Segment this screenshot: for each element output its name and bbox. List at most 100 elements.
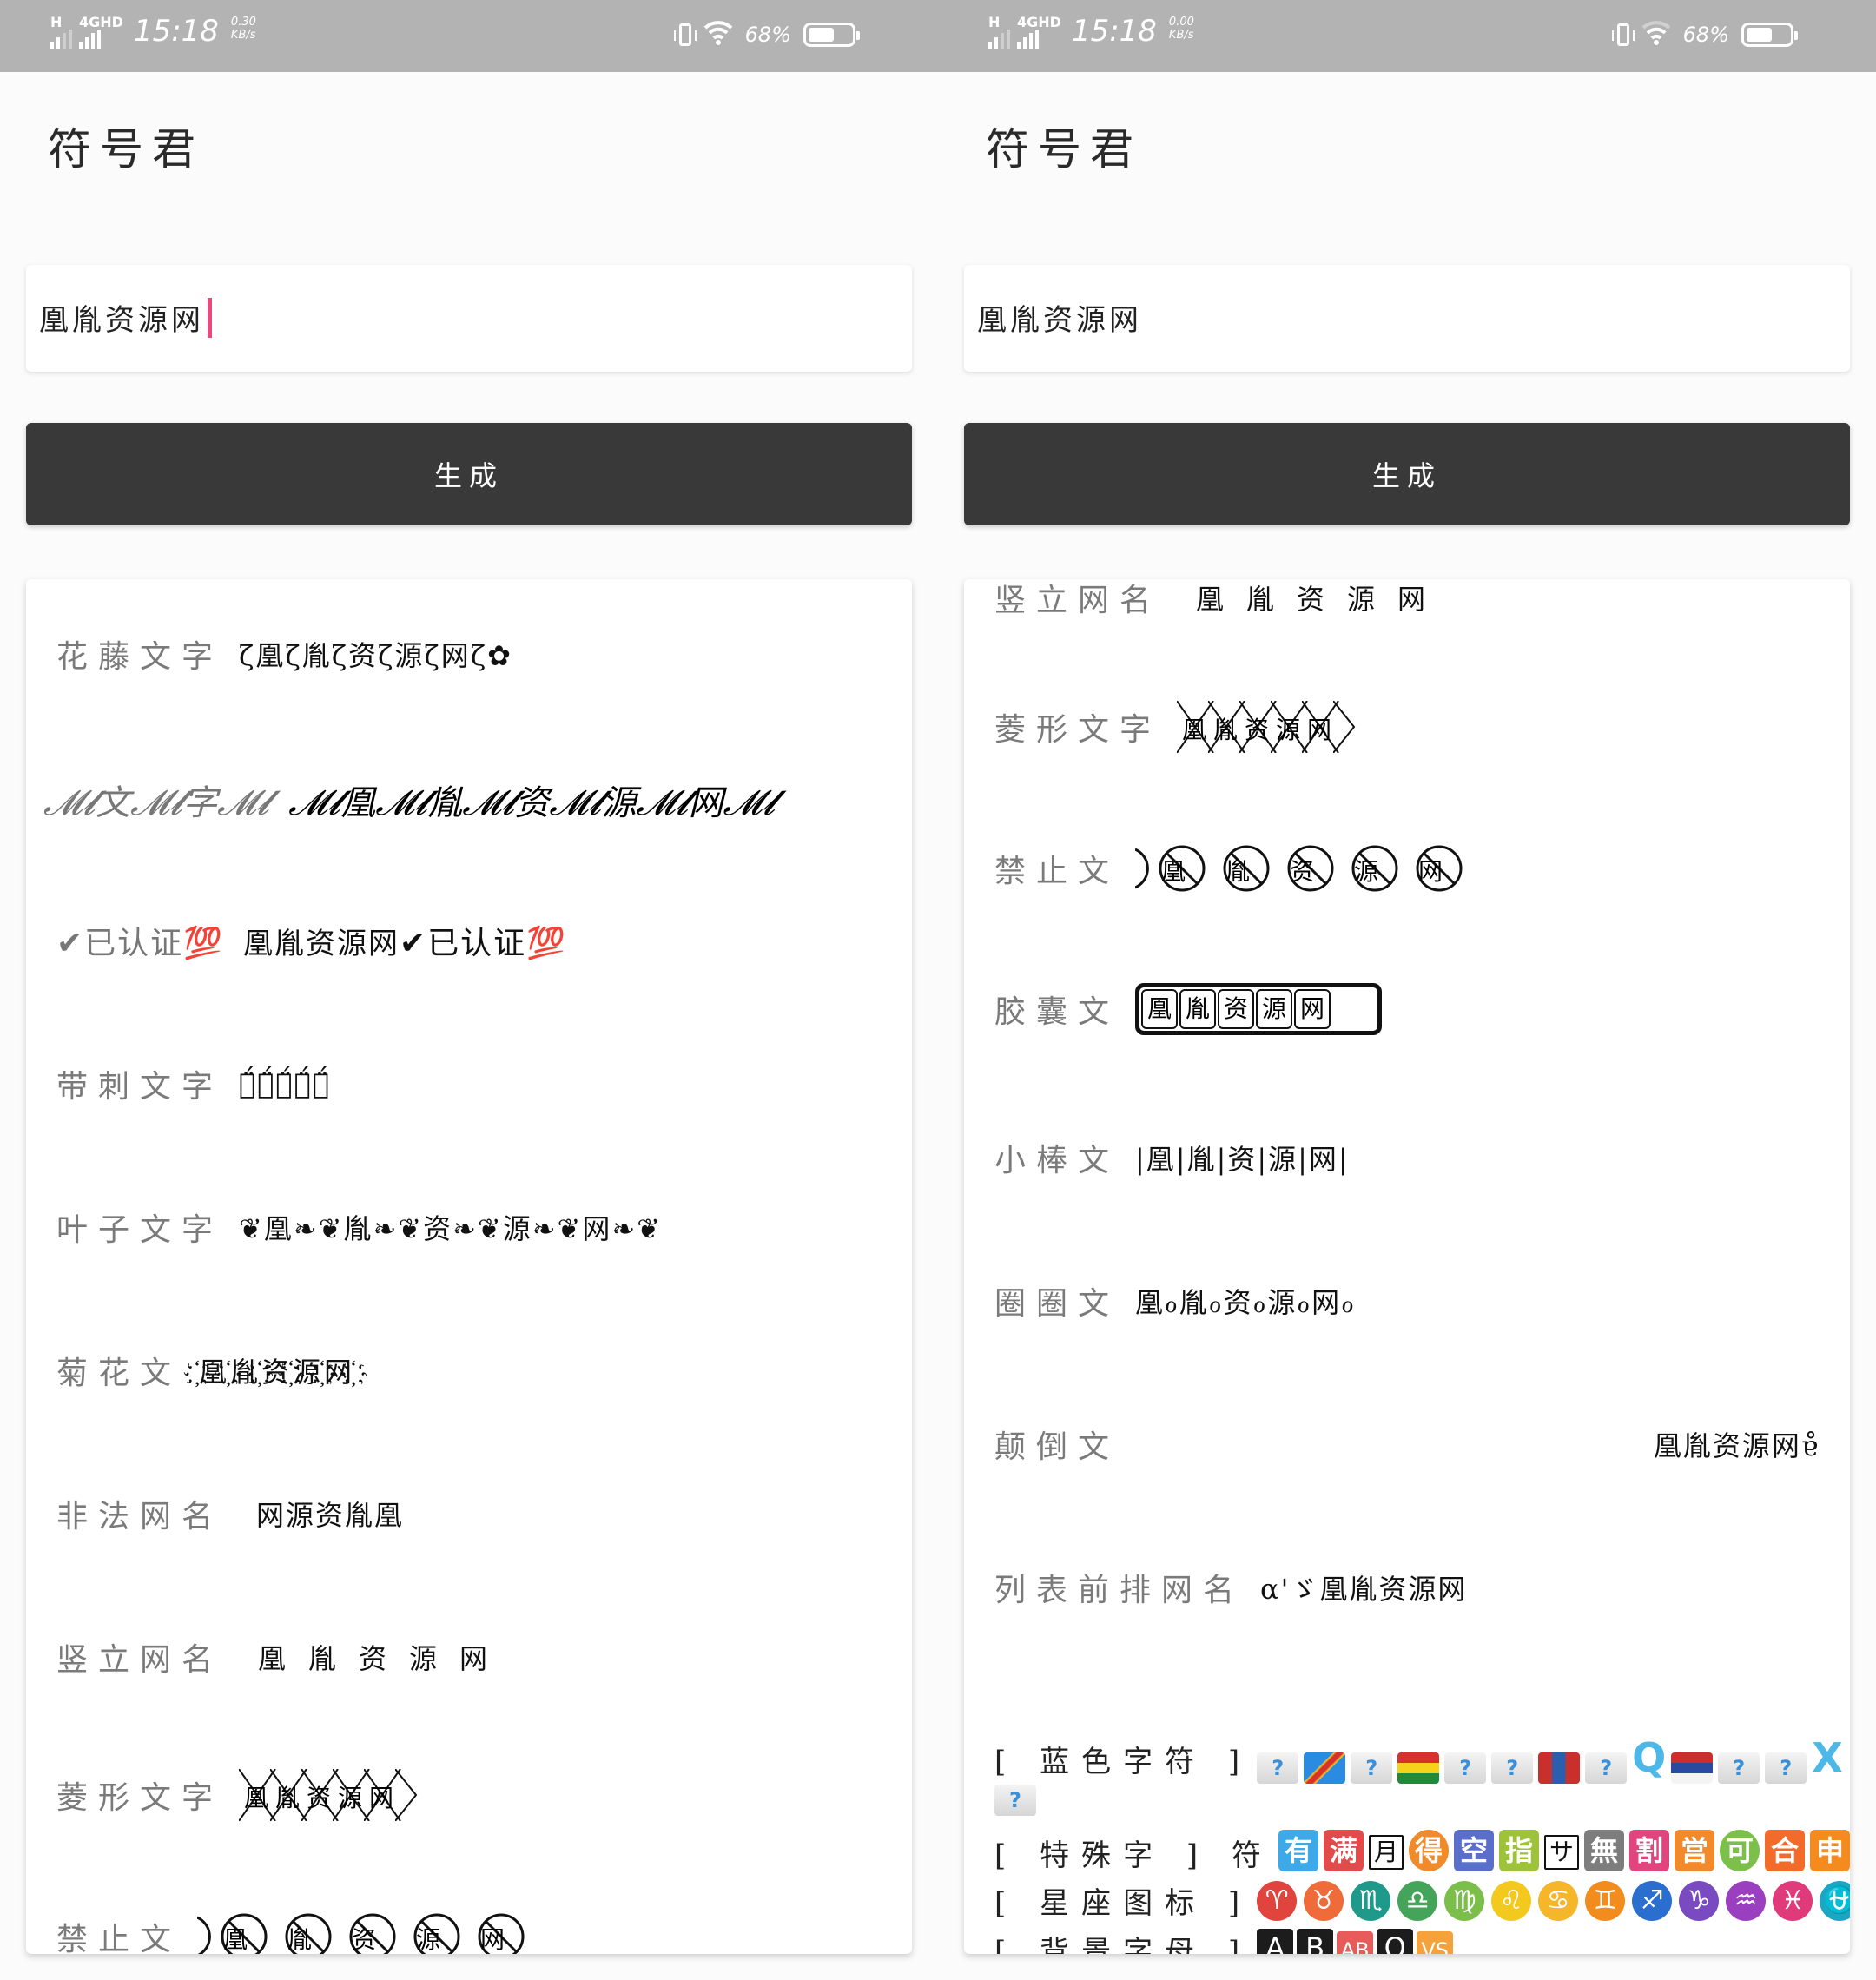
zodiac-icon: ♑ — [1679, 1880, 1720, 1921]
wifi-icon — [704, 19, 733, 50]
status-bar: H 4GHD 15:18 0.30 KB/s 68% — [0, 0, 938, 72]
special-char-chip: 有 — [1278, 1830, 1318, 1871]
vibrate-icon — [1611, 23, 1635, 46]
zodiac-icon: ♎ — [1397, 1880, 1438, 1921]
left-screen: H 4GHD 15:18 0.30 KB/s 68% 符号君 凰胤资源网 生成 — [0, 0, 938, 1980]
zodiac-icon: ♊ — [1585, 1880, 1626, 1921]
text-input-field[interactable]: 凰胤资源网 — [26, 265, 912, 372]
unknown-flag-icon: ? — [1351, 1752, 1393, 1784]
signal-4g: 4GHD — [1017, 16, 1061, 49]
result-row-thorn[interactable]: 带刺文字 凰̈́胤̈́资̈́源̈́网̈́ — [56, 1061, 331, 1106]
ban-char: 资 — [1286, 844, 1335, 893]
result-row-diamond[interactable]: 菱形文字 凰胤资源网 — [994, 701, 1364, 753]
special-char-chip: サ — [1543, 1835, 1579, 1870]
bg-letter-chip: A — [1257, 1929, 1294, 1954]
bg-letters-row[interactable]: [ 背景字母 ] A B AB O VS — [994, 1928, 1457, 1954]
vibrate-icon — [673, 23, 697, 46]
result-row-chrysanthemum[interactable]: 菊花文 ҉凰҉胤҉资҉源҉网҉ — [56, 1348, 355, 1393]
result-row-list-top[interactable]: 列表前排网名 α'ゞ凰胤资源网 — [994, 1565, 1467, 1610]
zodiac-icon: ♍ — [1444, 1880, 1485, 1921]
ban-char: 凰 — [220, 1912, 268, 1954]
network-speed: 0.00 — [1168, 16, 1194, 29]
blue-letter-q: Q — [1632, 1734, 1667, 1781]
zodiac-row[interactable]: [ 星座图标 ] ♈ ♉ ♏ ♎ ♍ ♌ ♋ ♊ ♐ ♑ ♒ ♓ ⛎ — [994, 1879, 1850, 1922]
result-row-vertical[interactable]: 竖立网名 凰胤资源网 — [994, 579, 1448, 620]
special-char-chip: 得 — [1408, 1830, 1449, 1871]
capsule-char: 凰 — [1141, 989, 1179, 1029]
bg-letter-chip: B — [1297, 1929, 1334, 1954]
ban-text[interactable]: 凰胤资源网 — [197, 1912, 541, 1954]
special-char-chip: 指 — [1498, 1830, 1539, 1871]
diamond-end — [1333, 701, 1370, 753]
diamond-text[interactable]: 凰胤资源网 — [1177, 701, 1364, 753]
ban-start — [1135, 844, 1153, 893]
ban-char: 网 — [1415, 844, 1463, 893]
unknown-flag-icon: ? — [1585, 1752, 1628, 1784]
battery-percent: 68% — [744, 23, 791, 47]
ban-text[interactable]: 凰胤资源网 — [1135, 844, 1479, 893]
diamond-end — [395, 1769, 432, 1821]
result-row-capsule[interactable]: 胶囊文 凰胤资源网 — [994, 983, 1383, 1035]
ban-char: 源 — [1351, 844, 1399, 893]
result-row-upside-down[interactable]: 颠倒文 凰胤资源网ɐ̊ — [994, 1422, 1820, 1467]
signal-h: H — [50, 16, 72, 49]
result-row-leaf[interactable]: 叶子文字 ❦凰❧❦胤❧❦资❧❦源❧❦网❧❦ — [56, 1204, 662, 1250]
ban-char: 胤 — [1222, 844, 1271, 893]
clock: 15:18 — [1071, 14, 1157, 49]
result-row-reverse[interactable]: 非法网名 网源资胤凰 — [56, 1491, 404, 1536]
input-value[interactable]: 凰胤资源网 — [977, 296, 1142, 339]
zodiac-icon: ♉ — [1304, 1880, 1344, 1921]
text-caret — [208, 297, 212, 338]
capsule-char: 资 — [1218, 989, 1255, 1029]
ban-start — [197, 1912, 215, 1954]
network-speed: 0.30 — [230, 16, 256, 29]
result-row-ban[interactable]: 禁止文 凰胤资源网 — [994, 844, 1479, 893]
ban-char: 源 — [413, 1912, 461, 1954]
flag-mn-icon — [1538, 1752, 1581, 1784]
results-list[interactable]: 竖立网名 凰胤资源网 菱形文字 凰胤资源网 禁止文 凰胤资源网 胶囊文 凰胤资源… — [964, 579, 1850, 1954]
unknown-flag-icon: ? — [1718, 1752, 1760, 1784]
capsule-text[interactable]: 凰胤资源网 — [1135, 983, 1383, 1035]
network-speed-unit: KB/s — [230, 29, 256, 42]
special-chars-row[interactable]: [ 特殊字 ] 符 有满月得空指サ無割営可合申ココ — [994, 1830, 1850, 1876]
generate-button[interactable]: 生成 — [26, 423, 912, 525]
text-input-field[interactable]: 凰胤资源网 — [964, 265, 1850, 372]
signal-bars-icon — [50, 30, 72, 49]
signal-bars-icon — [79, 30, 101, 49]
blue-letter-x: X — [1812, 1734, 1843, 1781]
special-char-chip: 可 — [1719, 1830, 1760, 1871]
result-row-circle[interactable]: 圈圈文 凰ℴ胤ℴ资ℴ源ℴ网ℴ — [994, 1278, 1356, 1323]
status-bar: H 4GHD 15:18 0.00 KB/s 68% — [938, 0, 1876, 72]
blue-chars-row[interactable]: [ 蓝色字符 ] ????? Q?? X — [994, 1734, 1848, 1784]
zodiac-icon: ♈ — [1257, 1880, 1298, 1921]
result-row-ml[interactable]: 𝓜𝓵文𝓜𝓵字𝓜𝓵 𝓜𝓵凰𝓜𝓵胤𝓜𝓵资𝓜𝓵源𝓜𝓵网𝓜𝓵 — [43, 775, 776, 825]
bg-letter-chip: O — [1377, 1929, 1414, 1954]
zodiac-icon: ♓ — [1773, 1880, 1813, 1921]
zodiac-icon: ♏ — [1351, 1880, 1391, 1921]
unknown-flag-icon: ? — [1765, 1752, 1807, 1784]
diamond-text[interactable]: 凰胤资源网 — [239, 1769, 426, 1821]
result-row-ban[interactable]: 禁止文 凰胤资源网 — [56, 1912, 541, 1954]
generate-button[interactable]: 生成 — [964, 423, 1850, 525]
input-value[interactable]: 凰胤资源网 — [39, 296, 204, 339]
wifi-icon — [1642, 19, 1671, 50]
clock: 15:18 — [133, 14, 219, 49]
result-row-stick[interactable]: 小棒文 |凰|胤|资|源|网| — [994, 1135, 1350, 1180]
results-list[interactable]: 花藤文字 ζ凰ζ胤ζ资ζ源ζ网ζ✿ 𝓜𝓵文𝓜𝓵字𝓜𝓵 𝓜𝓵凰𝓜𝓵胤𝓜𝓵资𝓜𝓵源𝓜… — [26, 579, 912, 1954]
special-char-chip: 割 — [1628, 1830, 1669, 1871]
blue-chars-overflow: ? — [994, 1785, 1041, 1816]
result-row-vine[interactable]: 花藤文字 ζ凰ζ胤ζ资ζ源ζ网ζ✿ — [56, 631, 512, 676]
capsule-char: 源 — [1256, 989, 1293, 1029]
result-row-diamond[interactable]: 菱形文字 凰胤资源网 — [56, 1769, 426, 1821]
ban-char: 胤 — [284, 1912, 333, 1954]
unknown-flag-icon: ? — [1257, 1752, 1299, 1784]
network-speed-unit: KB/s — [1168, 29, 1194, 42]
capsule-char: 胤 — [1179, 989, 1217, 1029]
flag-rs-icon — [1671, 1752, 1714, 1784]
result-row-vertical[interactable]: 竖立网名 凰胤资源网 — [56, 1634, 510, 1680]
result-row-verified[interactable]: ✔已认证💯 凰胤资源网 ✔已认证💯 — [56, 918, 567, 963]
blue-chars-items[interactable]: ????? Q?? X — [1257, 1734, 1848, 1784]
battery-icon — [1741, 23, 1798, 47]
zodiac-icon: ⛎ — [1820, 1880, 1850, 1921]
special-char-chip: 满 — [1323, 1830, 1364, 1871]
